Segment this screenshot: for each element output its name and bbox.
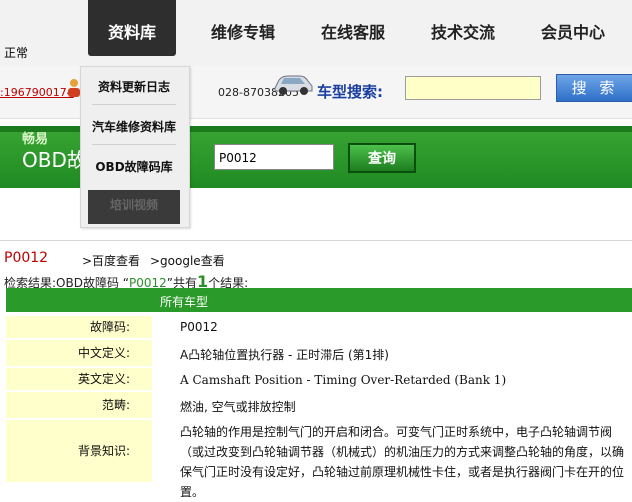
nav-member-center[interactable]: 会员中心 [528,0,618,56]
row-label-en-def: 英文定义: [6,368,152,390]
nav-online-service[interactable]: 在线客服 [308,0,398,56]
model-search-input[interactable] [405,76,541,100]
divider [0,240,632,241]
row-value-code: P0012 [180,320,218,334]
result-table-header [6,288,632,312]
nav-repair-album[interactable]: 维修专辑 [198,0,288,56]
dropdown-item-repair-library[interactable]: 汽车维修资料库 [80,118,188,135]
dropdown-item-obd-library[interactable]: OBD故障码库 [80,158,188,175]
row-value-background: 凸轮轴的作用是控制气门的开启和闭合。可变气门正时系统中，电子凸轮轴调节阀（或过改… [180,425,625,499]
dropdown-divider [92,144,176,145]
row-label-category: 范畴: [6,392,152,418]
row-value-cn-def: A凸轮轴位置执行器 - 正时滞后 (第1排) [180,348,389,362]
baidu-link[interactable]: >百度查看 [82,252,140,269]
google-link[interactable]: >google查看 [150,252,225,269]
nav-library[interactable]: 资料库 [88,0,176,56]
row-value-en-def: A Camshaft Position - Timing Over-Retard… [180,373,507,387]
search-button[interactable]: 搜 索 [556,74,632,102]
nav-tech-exchange[interactable]: 技术交流 [418,0,508,56]
status-text: 正常 [4,46,29,60]
dropdown-divider [92,104,176,105]
row-label-cn-def: 中文定义: [6,340,152,366]
dropdown-item-update-log[interactable]: 资料更新日志 [80,78,188,95]
query-button[interactable]: 查询 [348,143,416,173]
row-label-code: 故障码: [6,316,152,338]
phone-link[interactable]: :1967900174 [0,86,74,99]
result-code-title: P0012 [4,250,49,266]
all-models-label: 所有车型 [160,295,209,309]
row-label-background: 背景知识: [6,420,152,482]
obd-code-input[interactable]: P0012 [214,144,334,170]
row-value-category: 燃油, 空气或排放控制 [180,400,296,414]
model-search-label: 车型搜索: [317,83,383,101]
dropdown-item-training-video[interactable]: 培训视频 [88,190,180,224]
car-icon [274,75,313,95]
